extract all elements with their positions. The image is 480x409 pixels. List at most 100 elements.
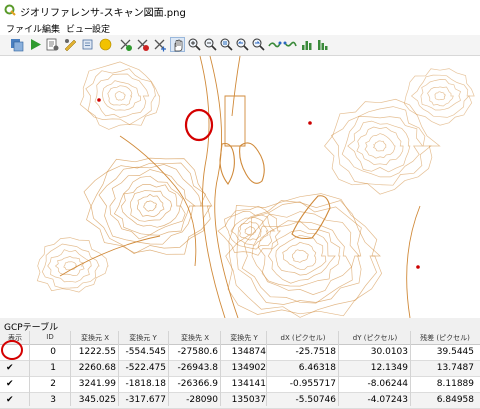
cell-src-x: 3241.99 [78, 379, 116, 389]
topographic-map-image [36, 55, 475, 319]
menu-file[interactable]: ファイル [6, 22, 42, 35]
cell-dy: 12.1349 [370, 363, 408, 373]
col-header-residual[interactable]: 残差 (ピクセル) [412, 333, 478, 343]
transform-settings-icon[interactable] [63, 37, 78, 52]
cell-dst-y: 134902 [231, 363, 266, 373]
menu-view[interactable]: ビュー [66, 22, 93, 35]
save-points-icon[interactable] [98, 37, 113, 52]
full-histogram-icon[interactable] [316, 37, 331, 52]
pan-icon[interactable] [170, 37, 185, 52]
col-header-src-y[interactable]: 変換元 Y [120, 333, 166, 343]
visibility-checkbox[interactable]: ✔ [6, 395, 16, 405]
histogram-icon[interactable] [300, 37, 315, 52]
contour-line [236, 201, 362, 305]
toolbar [0, 35, 480, 56]
zoom-out-icon[interactable] [203, 37, 218, 52]
cell-dx: -5.50746 [295, 395, 336, 405]
cell-src-x: 345.025 [78, 395, 116, 405]
table-row[interactable]: 0 1222.55 -554.545 -27580.6 134874 -25.7… [0, 345, 480, 361]
menu-settings[interactable]: 設定 [92, 22, 110, 35]
contour-line [292, 249, 309, 263]
contour-line [410, 74, 470, 118]
move-point-icon[interactable] [152, 37, 167, 52]
cell-src-x: 2260.68 [78, 363, 116, 373]
road-line [209, 55, 239, 319]
cell-src-y: -554.545 [125, 347, 166, 357]
zoom-last-icon[interactable] [235, 37, 250, 52]
gcp-point [308, 121, 312, 125]
zoom-layer-icon[interactable] [219, 37, 234, 52]
gcp-point [416, 265, 420, 269]
cell-id: 2 [50, 379, 56, 389]
column-divider [338, 331, 339, 406]
table-row[interactable]: ✔ 1 2260.68 -522.475 -26943.8 134902 6.4… [0, 361, 480, 377]
gcp-table: 表示 ID 変換元 X 変換元 Y 変換先 X 変換先 Y dX (ピクセル) … [0, 331, 480, 409]
visibility-checkbox[interactable]: ✔ [6, 379, 16, 389]
zoom-next-icon[interactable] [251, 37, 266, 52]
load-points-icon[interactable] [80, 37, 95, 52]
link-georef-icon[interactable] [267, 37, 282, 52]
menu-edit[interactable]: 編集 [42, 22, 60, 35]
cell-src-x: 1222.55 [78, 347, 116, 357]
add-raster-icon[interactable] [10, 37, 25, 52]
col-header-dst-x[interactable]: 変換先 X [170, 333, 220, 343]
col-header-id[interactable]: ID [30, 333, 70, 341]
contour-line [63, 261, 78, 271]
cell-dx: -25.7518 [295, 347, 336, 357]
column-divider [410, 331, 411, 406]
contour-line [324, 98, 441, 195]
menu-bar: ファイル 編集 ビュー 設定 [0, 20, 480, 35]
annotation-circle [1, 340, 23, 360]
contour-line [244, 226, 257, 236]
road-line [59, 235, 161, 277]
link-qgis-icon[interactable] [283, 37, 298, 52]
contour-line [54, 256, 85, 276]
delete-point-icon[interactable] [135, 37, 150, 52]
cell-id: 1 [50, 363, 56, 373]
cell-src-y: -1818.18 [125, 379, 166, 389]
visibility-checkbox[interactable]: ✔ [6, 363, 16, 373]
cell-residual: 8.11889 [436, 379, 474, 389]
road-line [406, 205, 421, 319]
title-bar: ジオリファレンサ-スキャン図面.png [0, 0, 480, 20]
contour-line [136, 193, 165, 218]
cell-dy: -8.06244 [367, 379, 408, 389]
column-divider [118, 331, 119, 406]
column-divider [266, 331, 267, 406]
column-divider [168, 331, 169, 406]
cell-dst-x: -26943.8 [177, 363, 218, 373]
table-row[interactable]: ✔ 2 3241.99 -1818.18 -26366.9 134141 -0.… [0, 377, 480, 393]
contour-line [143, 200, 157, 212]
gcp-point [97, 98, 101, 102]
road-line [199, 55, 226, 319]
cell-dy: -4.07243 [367, 395, 408, 405]
column-divider [220, 331, 221, 406]
contour-line [434, 91, 446, 101]
cell-dst-x: -28090 [186, 395, 218, 405]
col-header-dst-y[interactable]: 変換先 Y [222, 333, 266, 343]
cell-dst-y: 134141 [231, 379, 266, 389]
cell-id: 3 [50, 395, 56, 405]
cell-dst-y: 135037 [231, 395, 266, 405]
table-row[interactable]: ✔ 3 345.025 -317.677 -28090 135037 -5.50… [0, 393, 480, 409]
cell-id: 0 [50, 347, 56, 357]
contour-line [47, 249, 92, 283]
map-canvas[interactable] [0, 55, 480, 319]
zoom-in-icon[interactable] [187, 37, 202, 52]
annotation-circle [184, 108, 214, 142]
col-header-src-x[interactable]: 変換元 X [72, 333, 118, 343]
start-georef-icon[interactable] [28, 37, 43, 52]
contour-line [364, 133, 396, 159]
col-header-dy[interactable]: dY (ピクセル) [340, 333, 410, 343]
window-title: ジオリファレンサ-スキャン図面.png [20, 8, 186, 19]
contour-line [356, 126, 404, 166]
parcel-outline [219, 142, 235, 185]
parcel-outline [239, 142, 265, 184]
generate-script-icon[interactable] [45, 37, 60, 52]
cell-residual: 39.5445 [436, 347, 474, 357]
add-point-icon[interactable] [118, 37, 133, 52]
col-header-dx[interactable]: dX (ピクセル) [268, 333, 338, 343]
cell-residual: 6.84958 [436, 395, 474, 405]
cell-src-y: -522.475 [125, 363, 166, 373]
cell-dx: 6.46318 [298, 363, 336, 373]
